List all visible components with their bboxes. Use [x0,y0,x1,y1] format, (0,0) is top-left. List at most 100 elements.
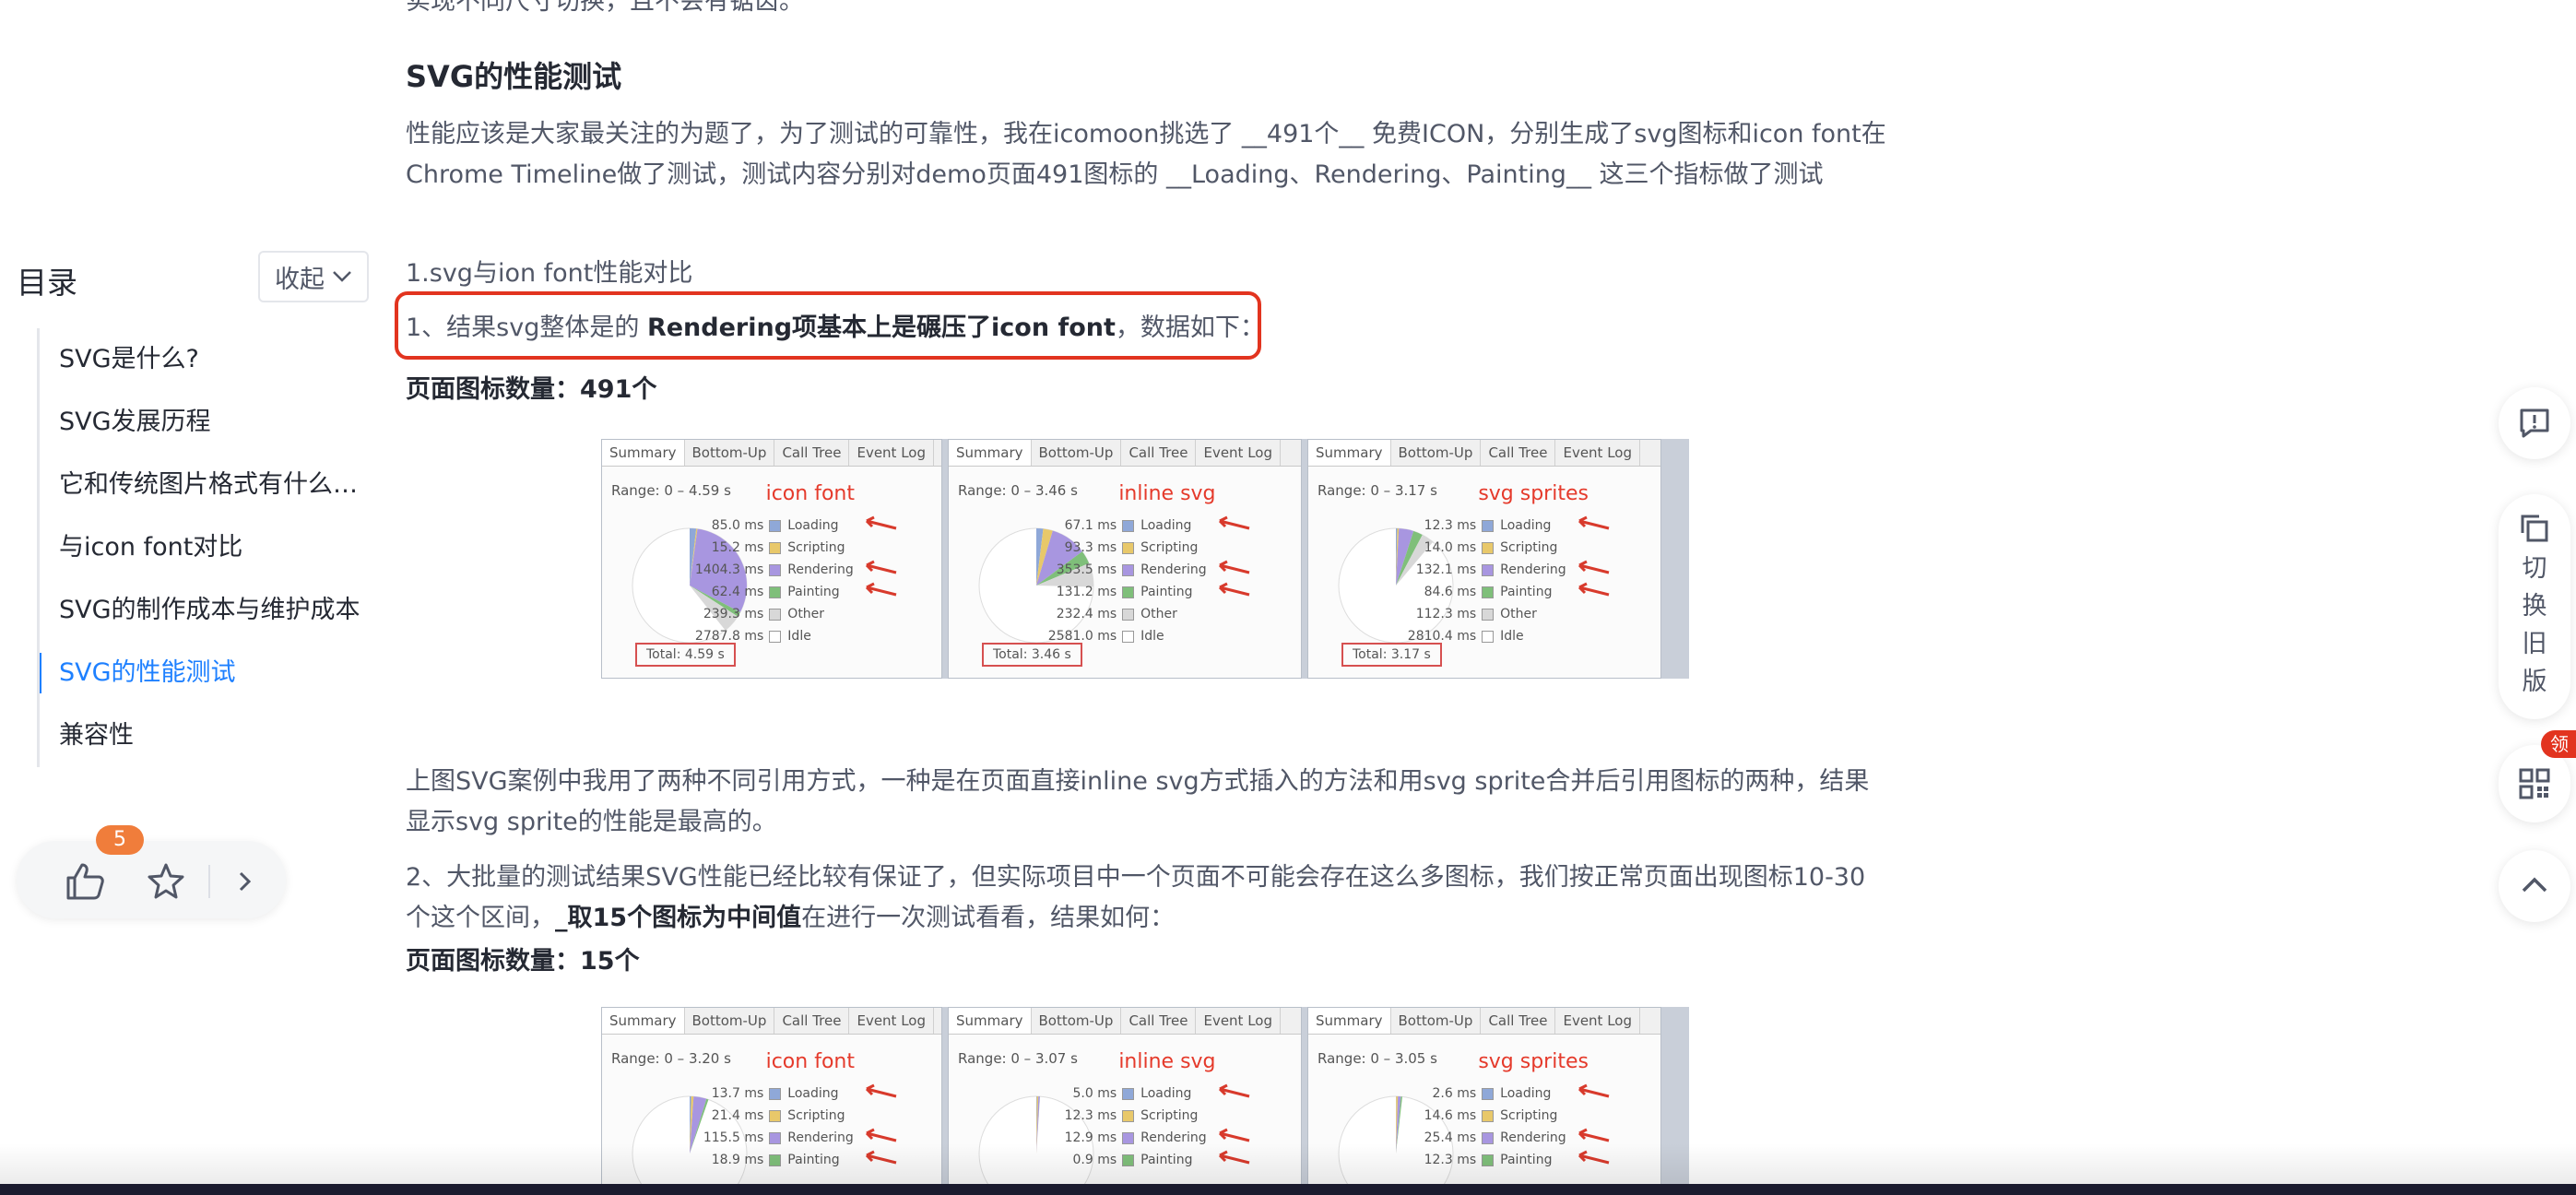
legend-ms: 85.0 ms [711,518,764,533]
perf-tab: Bottom-Up [1391,440,1482,466]
page: 实现不同尺寸切换，且不会有锯齿。 SVG的性能测试 性能应该是大家最关注的为题了… [0,0,2576,1195]
legend-label: Scripting [1140,1108,1199,1123]
chevron-down-icon [333,271,351,282]
red-arrow-icon [866,515,897,530]
star-icon[interactable] [146,861,186,902]
toc-item-difference[interactable]: 它和传统图片格式有什么区别 [40,454,381,516]
perf-tab: Summary [949,1008,1032,1034]
perf-tab: Call Tree [774,1008,850,1034]
paragraph-15-icons: 2、大批量的测试结果SVG性能已经比较有保证了，但实际项目中一个页面不可能会存在… [406,858,1890,939]
perf-panel-2: Summary Bottom-Up Call Tree Event Log Range:… [1307,439,1661,679]
legend-label: Scripting [787,1108,845,1123]
perf-title: icon font [765,482,855,505]
perf-tab: Bottom-Up [1391,1008,1482,1034]
switch-char-3: 旧 [2522,630,2547,658]
perf-panel-1: Summary Bottom-Up Call Tree Event Log Range:… [948,439,1302,679]
toc-item-what-is-svg[interactable]: SVG是什么? [40,328,381,391]
collapse-label: 收起 [275,265,325,294]
perf-title: inline svg [1118,482,1216,505]
legend-label: Idle [1500,629,1524,644]
perf-range: Range: 0 – 3.05 s [1318,1050,1437,1067]
legend-label: Loading [1500,1086,1552,1101]
thumbs-up-icon[interactable] [65,861,105,902]
toc-collapse-button[interactable]: 收起 [258,251,369,302]
legend-label: Loading [1140,1086,1192,1101]
legend-swatch [1122,520,1135,532]
result-1-bold: Rendering项基本上是碾压了icon font [646,314,1116,342]
article-cutoff-line: 实现不同尺寸切换，且不会有锯齿。 [406,0,804,16]
perf-tabs: Summary Bottom-Up Call Tree Event Log [949,1008,1301,1035]
legend-label: Other [1500,607,1537,621]
legend-ms: 21.4 ms [711,1108,764,1123]
perf-tabs: Summary Bottom-Up Call Tree Event Log [1308,1008,1660,1035]
perf-tab: Summary [949,440,1032,466]
like-count-badge: 5 [96,825,144,855]
legend-label: Loading [1140,518,1192,533]
legend-label: Rendering [1500,562,1566,577]
chevron-right-icon[interactable] [234,869,256,894]
legend-swatch [1482,564,1495,576]
feedback-button[interactable] [2499,387,2570,459]
legend-swatch [1122,542,1135,554]
legend-swatch [769,564,782,576]
switch-old-version-button[interactable]: 切 换 旧 版 [2499,494,2570,719]
section-heading: SVG的性能测试 [406,59,622,94]
perf-panel-0: Summary Bottom-Up Call Tree Event Log Range:… [601,439,942,679]
legend-swatch [769,586,782,598]
legend-swatch [769,609,782,621]
red-arrow-icon [1578,1083,1610,1098]
legend-label: Other [1140,607,1177,621]
subheading-svg-vs-iconfont: 1.svg与ion font性能对比 [406,259,693,288]
legend-swatch [1122,631,1135,643]
toc-item-vs-iconfont[interactable]: 与icon font对比 [40,516,381,579]
perf-range: Range: 0 – 3.20 s [611,1050,731,1067]
perf-tab: Summary [1308,440,1391,466]
legend-swatch [1482,542,1495,554]
para3-post: 在进行一次测试看看，结果如何： [801,904,1176,932]
perf-tab: Event Log [1196,440,1281,466]
legend-ms: 239.3 ms [703,607,764,621]
toc-item-performance[interactable]: SVG的性能测试 [40,642,381,704]
legend-swatch [1122,609,1135,621]
icon-count-491: 页面图标数量：491个 [406,375,657,404]
legend-swatch [769,631,782,643]
perf-title: svg sprites [1478,482,1589,505]
legend-swatch [1482,1110,1495,1122]
legend-label: Scripting [1500,1108,1558,1123]
legend-ms: 84.6 ms [1424,585,1477,599]
toc-item-history[interactable]: SVG发展历程 [40,391,381,454]
legend-swatch [769,1110,782,1122]
red-arrow-icon [1219,1083,1250,1098]
back-to-top-button[interactable] [2499,850,2570,922]
perf-title: inline svg [1118,1050,1216,1073]
perf-tab: Event Log [849,440,934,466]
result-1-line: 1、结果svg整体是的 Rendering项基本上是碾压了icon font，数… [406,307,1265,343]
legend-swatch [769,520,782,532]
para3-bold: _取15个图标为中间值 [555,904,802,932]
paragraph-svg-sprite: 上图SVG案例中我用了两种不同引用方式，一种是在页面直接inline svg方式… [406,767,1870,836]
coupon-badge[interactable]: 领 [2541,730,2576,758]
perf-tab: Call Tree [1121,440,1197,466]
perf-title: svg sprites [1478,1050,1589,1073]
bottom-shadow [0,1143,2576,1184]
legend-ms: 67.1 ms [1064,518,1117,533]
legend-label: Rendering [787,562,854,577]
bottom-system-bar [0,1184,2576,1195]
perf-tabs: Summary Bottom-Up Call Tree Event Log [602,1008,941,1035]
legend-ms: 2581.0 ms [1047,629,1117,644]
result-1-post: ，数据如下： [1115,314,1265,342]
toc-item-compatibility[interactable]: 兼容性 [40,704,381,767]
legend-ms: 232.4 ms [1056,607,1117,621]
toc-title: 目录 [17,265,77,301]
perf-tab: Bottom-Up [1032,440,1122,466]
switch-char-1: 切 [2522,554,2547,583]
red-arrow-icon [866,582,897,597]
perf-tab: Event Log [1196,1008,1281,1034]
perf-total: Total: 4.59 s [635,643,736,667]
legend-ms: 1404.3 ms [694,562,764,577]
perf-title: icon font [765,1050,855,1073]
toc-item-cost[interactable]: SVG的制作成本与维护成本 [40,579,381,642]
perf-total: Total: 3.46 s [982,643,1082,667]
red-arrow-icon [1219,560,1250,574]
legend-ms: 14.0 ms [1424,540,1477,555]
